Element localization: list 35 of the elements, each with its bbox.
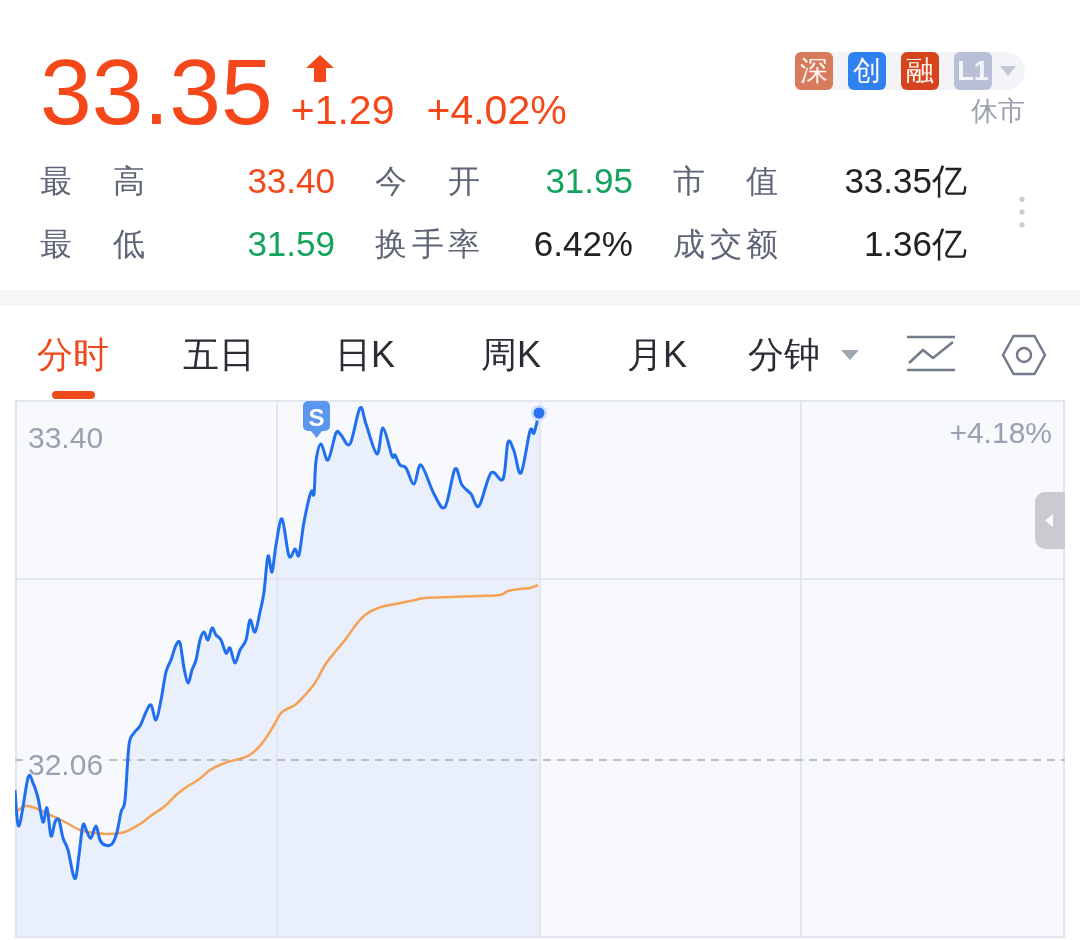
active-tab-indicator	[51, 391, 95, 399]
current-price-dot	[531, 405, 547, 421]
stat-label: 成交额	[673, 224, 778, 264]
chart-tab[interactable]: 分时	[31, 326, 115, 399]
market-status: 休市	[971, 96, 1025, 126]
market-tag: 融	[901, 52, 939, 90]
collapse-handle[interactable]	[1035, 492, 1065, 549]
price-change-percent: +4.02%	[426, 90, 567, 131]
axis-label: 33.40	[28, 421, 104, 454]
chart-tab[interactable]: 五日	[177, 326, 261, 374]
stat-label: 换手率	[375, 224, 480, 264]
axis-label: +4.18%	[949, 416, 1052, 449]
stat-value: 1.36亿	[863, 223, 967, 264]
stat-label: 最 低	[40, 224, 145, 264]
chart-tab[interactable]: 周K	[475, 326, 547, 374]
line-chart-icon[interactable]	[906, 335, 956, 372]
chart-tab[interactable]: 日K	[329, 326, 401, 374]
settings-icon[interactable]	[1001, 334, 1047, 376]
axis-label: 32.06	[28, 748, 104, 781]
stat-label: 最 高	[40, 161, 145, 201]
chart-tab[interactable]: 分钟	[741, 326, 865, 374]
caret-left-icon	[1045, 514, 1053, 527]
price-change: +1.29	[290, 90, 395, 131]
market-tag: 深	[795, 52, 833, 90]
stat-value: 33.35亿	[844, 160, 967, 201]
stat-value: 6.42%	[533, 223, 633, 264]
chart-tab[interactable]: 月K	[621, 326, 693, 374]
stat-value: 33.40	[247, 160, 335, 201]
stat-label: 市 值	[673, 161, 778, 201]
current-price: 33.35	[40, 46, 273, 139]
market-tag: 创	[848, 52, 886, 90]
caret-down-icon[interactable]	[1000, 66, 1016, 76]
stat-value: 31.95	[545, 160, 633, 201]
stat-value: 31.59	[247, 223, 335, 264]
stat-label: 今 开	[375, 161, 480, 201]
